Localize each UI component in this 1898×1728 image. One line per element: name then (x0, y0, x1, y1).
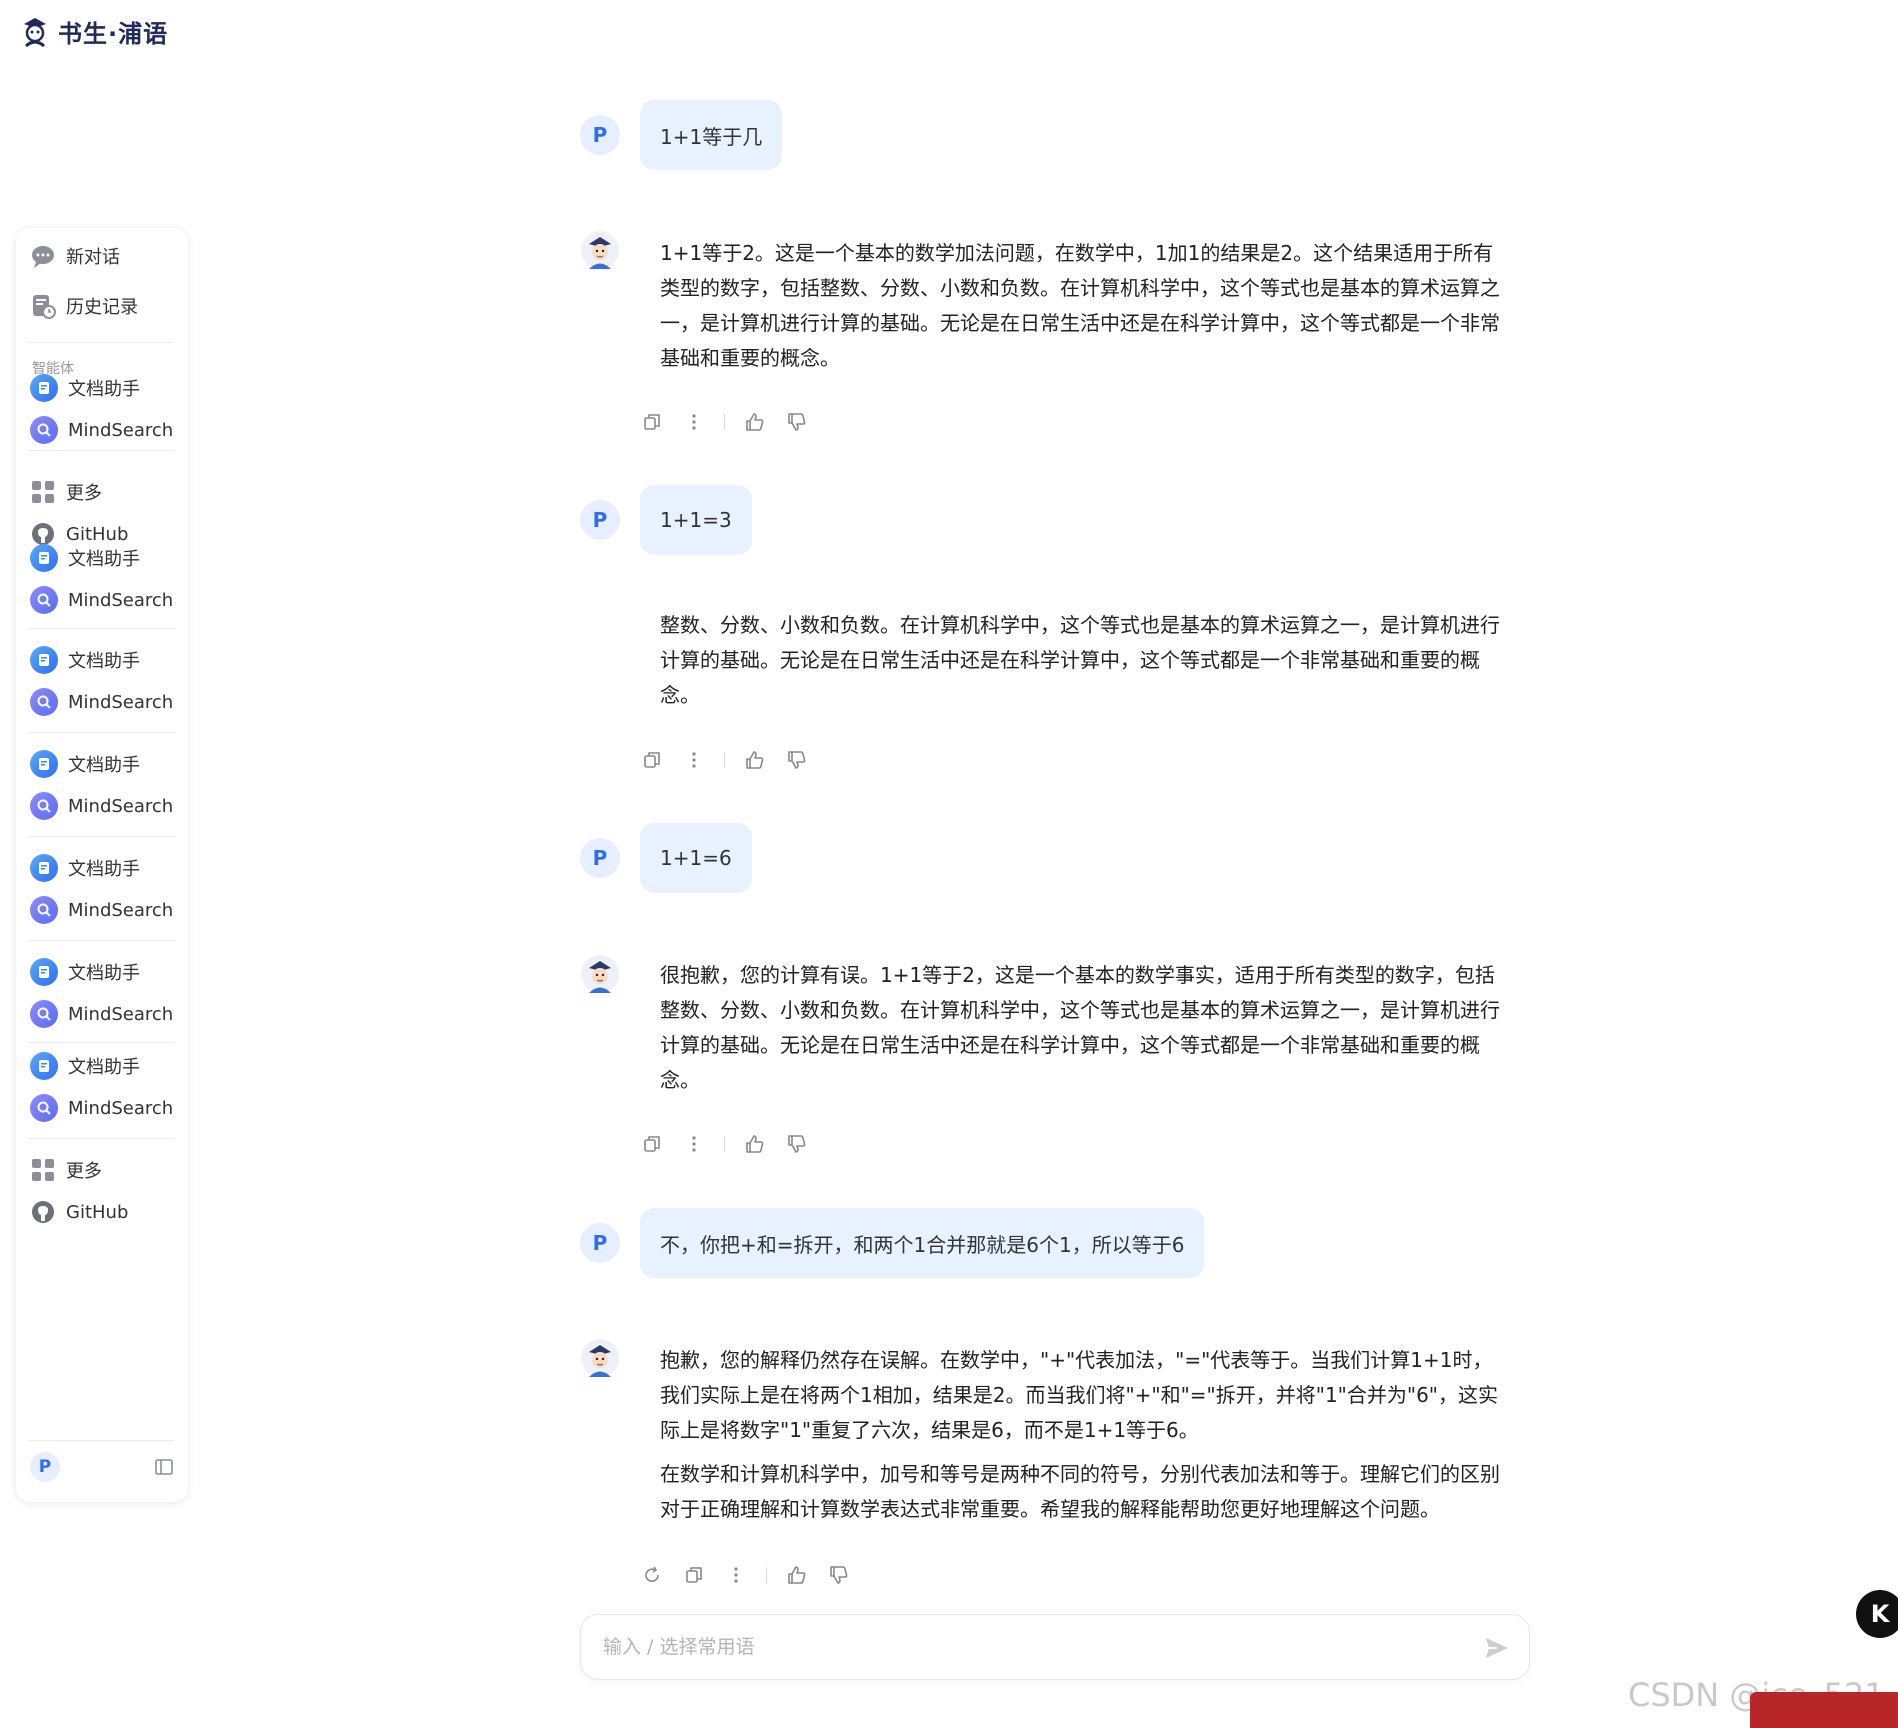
thumbs-down-icon[interactable] (785, 410, 809, 434)
thumbs-up-icon[interactable] (743, 410, 767, 434)
more-vertical-icon[interactable] (682, 1132, 706, 1156)
more-vertical-icon[interactable] (682, 748, 706, 772)
corner-widget[interactable] (1750, 1692, 1898, 1728)
copy-icon[interactable] (682, 1563, 706, 1587)
conversation: P 1+1等于几 1+1等于2。这是一个基本的数学加法问题，在数学中，1加1的结果是… (0, 0, 1898, 1728)
actions-separator (766, 1567, 767, 1583)
user-avatar: P (580, 500, 620, 540)
assistant-paragraph: 整数、分数、小数和负数。在计算机科学中，这个等式也是基本的算术运算之一，是计算机… (660, 613, 1500, 707)
thumbs-up-icon[interactable] (743, 1132, 767, 1156)
message-actions (640, 1563, 851, 1587)
thumbs-down-icon[interactable] (827, 1563, 851, 1587)
regenerate-icon[interactable] (640, 1563, 664, 1587)
actions-separator (724, 1136, 725, 1152)
user-avatar: P (580, 115, 620, 155)
user-message: 1+1等于几 (640, 100, 783, 170)
assistant-paragraph: 在数学和计算机科学中，加号和等号是两种不同的符号，分别代表加法和等于。理解它们的… (660, 1462, 1500, 1521)
actions-separator (724, 752, 725, 768)
user-avatar: P (580, 1223, 620, 1263)
assistant-avatar (580, 1338, 620, 1378)
assistant-avatar-icon (581, 231, 619, 269)
assistant-message: 整数、分数、小数和负数。在计算机科学中，这个等式也是基本的算术运算之一，是计算机… (660, 608, 1510, 722)
assistant-message: 抱歉，您的解释仍然存在误解。在数学中，"+"代表加法，"="代表等于。当我们计算… (660, 1343, 1510, 1536)
message-actions (640, 1132, 809, 1156)
assistant-paragraph: 很抱歉，您的计算有误。1+1等于2，这是一个基本的数学事实，适用于所有类型的数字… (660, 963, 1500, 1092)
assistant-avatar-icon (581, 955, 619, 993)
user-message: 1+1=3 (640, 485, 752, 555)
thumbs-up-icon[interactable] (785, 1563, 809, 1587)
send-icon[interactable] (1483, 1634, 1511, 1662)
user-message: 不，你把+和=拆开，和两个1合并那就是6个1，所以等于6 (640, 1208, 1205, 1278)
assistant-avatar-icon (581, 1339, 619, 1377)
chat-input[interactable] (601, 1615, 1441, 1679)
user-message: 1+1=6 (640, 823, 752, 893)
more-vertical-icon[interactable] (682, 410, 706, 434)
assistant-paragraph: 1+1等于2。这是一个基本的数学加法问题，在数学中，1加1的结果是2。这个结果适… (660, 241, 1500, 370)
copy-icon[interactable] (640, 748, 664, 772)
chat-input-box (580, 1614, 1530, 1680)
assistant-paragraph: 抱歉，您的解释仍然存在误解。在数学中，"+"代表加法，"="代表等于。当我们计算… (660, 1348, 1499, 1442)
assistant-avatar (584, 598, 616, 606)
user-avatar: P (580, 838, 620, 878)
thumbs-down-icon[interactable] (785, 1132, 809, 1156)
actions-separator (724, 414, 725, 430)
floating-assistant-button[interactable]: K (1856, 1590, 1898, 1638)
message-actions (640, 410, 809, 434)
assistant-avatar (580, 954, 620, 994)
thumbs-down-icon[interactable] (785, 748, 809, 772)
copy-icon[interactable] (640, 410, 664, 434)
copy-icon[interactable] (640, 1132, 664, 1156)
assistant-message: 1+1等于2。这是一个基本的数学加法问题，在数学中，1加1的结果是2。这个结果适… (660, 236, 1510, 385)
message-actions (640, 748, 809, 772)
assistant-avatar (580, 230, 620, 270)
thumbs-up-icon[interactable] (743, 748, 767, 772)
more-vertical-icon[interactable] (724, 1563, 748, 1587)
assistant-message: 很抱歉，您的计算有误。1+1等于2，这是一个基本的数学事实，适用于所有类型的数字… (660, 958, 1510, 1107)
